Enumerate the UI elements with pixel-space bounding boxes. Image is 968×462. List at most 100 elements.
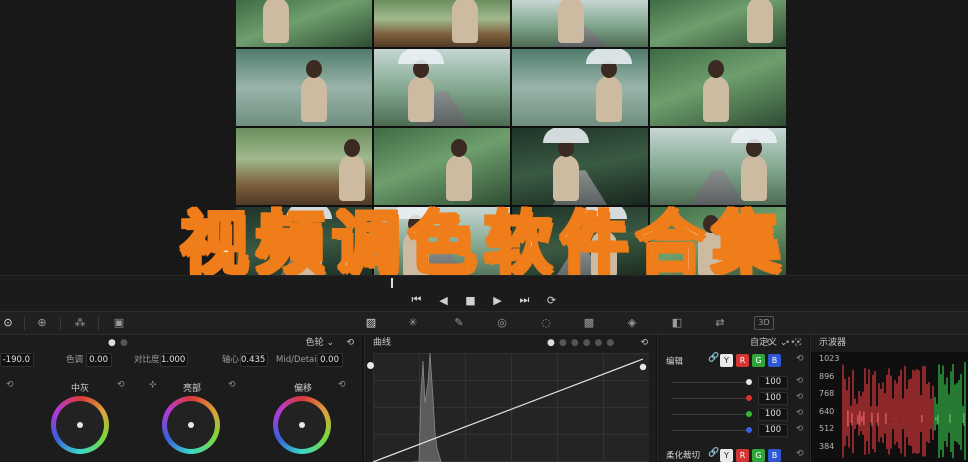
- soft-clip-label: 柔化裁切: [666, 451, 701, 461]
- hdr-icon[interactable]: ▣: [111, 316, 127, 330]
- scope-axis-label: 1023: [819, 354, 840, 363]
- scope-title: 示波器: [819, 338, 847, 348]
- warper-icon[interactable]: ✳: [405, 316, 421, 330]
- reset-icon[interactable]: ⟲: [338, 380, 346, 390]
- scope-axis-label: 512: [819, 424, 835, 433]
- title-overlay: 视频调色软件合集: [178, 203, 788, 286]
- scope-panel: ⟲ ••• 示波器 1023 896 768 640 512 384: [765, 335, 968, 462]
- reset-icon[interactable]: ⟲: [796, 354, 804, 364]
- channel-slider[interactable]: [672, 398, 752, 399]
- page-dots[interactable]: ●●●●●: [559, 335, 618, 351]
- skip-end-icon[interactable]: ⏭: [518, 293, 532, 307]
- curve-graph[interactable]: [367, 353, 649, 462]
- channel-row: 100 ⟲: [666, 392, 806, 406]
- wheel-handle[interactable]: [299, 422, 305, 428]
- waveform-display: 1023 896 768 640 512 384: [811, 352, 968, 462]
- channel-b-button[interactable]: B: [768, 354, 781, 367]
- curve-line[interactable]: [373, 358, 644, 462]
- channel-value[interactable]: 100: [758, 376, 788, 389]
- color-wheels-panel: ● ● 色轮 ⌄ ⟲ -190.0 色调 0.00 对比度 1.000 轴心 0…: [0, 335, 362, 462]
- curves-panel-header: 曲线 ● ●●●●● ⟲: [365, 335, 656, 351]
- temp-value[interactable]: -190.0: [0, 353, 34, 367]
- thumbnail: [512, 49, 648, 126]
- channel-row: 100 ⟲: [666, 424, 806, 438]
- reset-icon[interactable]: ⟲: [796, 424, 803, 434]
- match-icon[interactable]: ⊕: [34, 316, 50, 330]
- loop-icon[interactable]: ⟳: [545, 294, 559, 307]
- softclip-y-button[interactable]: Y: [720, 449, 733, 462]
- channel-value[interactable]: 100: [758, 408, 788, 421]
- wheels-mode-dropdown[interactable]: 色轮 ⌄: [306, 335, 334, 351]
- reset-icon[interactable]: ⟲: [346, 335, 354, 351]
- play-icon[interactable]: ▶: [491, 294, 505, 307]
- reset-icon[interactable]: ⟲: [228, 380, 236, 390]
- middetail-value[interactable]: 0.00: [317, 353, 343, 367]
- tint-value[interactable]: 0.00: [86, 353, 112, 367]
- tracker-icon[interactable]: ◌: [538, 316, 554, 330]
- reset-icon[interactable]: ⟲: [640, 335, 648, 351]
- channel-r-button[interactable]: R: [736, 354, 749, 367]
- link-icon[interactable]: 🔗: [708, 353, 719, 363]
- reset-icon[interactable]: ⟲: [796, 392, 803, 402]
- key-icon[interactable]: ◧: [669, 316, 685, 330]
- curves-icon[interactable]: ▨: [363, 316, 379, 330]
- stop-icon[interactable]: ■: [464, 294, 478, 307]
- reset-icon[interactable]: ⟲: [796, 376, 803, 386]
- channel-g-button[interactable]: G: [752, 354, 765, 367]
- playhead[interactable]: [391, 278, 393, 288]
- contrast-value[interactable]: 1.000: [160, 353, 188, 367]
- reset-icon[interactable]: ⟲: [796, 449, 804, 459]
- umbrella: [731, 128, 778, 143]
- step-back-icon[interactable]: ◀: [437, 294, 451, 307]
- channel-row: 100 ⟲: [666, 408, 806, 422]
- page-dot-active[interactable]: ●: [547, 335, 555, 351]
- blur-icon[interactable]: ◈: [624, 316, 640, 330]
- link-icon[interactable]: 🔗: [708, 448, 719, 458]
- wheel-handle[interactable]: [77, 422, 83, 428]
- page-dot[interactable]: ●: [120, 335, 128, 351]
- reset-icon[interactable]: ⟲: [6, 380, 14, 390]
- pivot-label: 轴心: [222, 355, 240, 365]
- timeline-scrubber[interactable]: [0, 275, 968, 289]
- divider: [24, 317, 25, 330]
- reset-icon[interactable]: ⟲: [765, 335, 773, 351]
- highlights-color-wheel[interactable]: [162, 396, 220, 454]
- midtones-color-wheel[interactable]: [51, 396, 109, 454]
- softclip-g-button[interactable]: G: [752, 449, 765, 462]
- person-head: [708, 60, 725, 78]
- camera-raw-icon[interactable]: ⊙: [0, 316, 16, 330]
- softclip-b-button[interactable]: B: [768, 449, 781, 462]
- curve-svg: [373, 353, 647, 462]
- channel-slider[interactable]: [672, 414, 752, 415]
- window-icon[interactable]: ◎: [494, 316, 510, 330]
- contrast-label: 对比度: [134, 355, 160, 365]
- picker-icon[interactable]: ⊹: [149, 380, 157, 390]
- qualifier-icon[interactable]: ✎: [451, 316, 467, 330]
- channel-slider[interactable]: [672, 430, 752, 431]
- color-match-icon[interactable]: ⁂: [72, 316, 88, 330]
- offset-color-wheel[interactable]: [273, 396, 331, 454]
- sizing-icon[interactable]: ⇄: [712, 316, 728, 330]
- wheels-mode-label: 色轮: [305, 338, 324, 348]
- wheel-handle[interactable]: [188, 422, 194, 428]
- midtones-label: 中灰: [70, 384, 89, 394]
- channel-y-button[interactable]: Y: [720, 354, 733, 367]
- skip-start-icon[interactable]: ⏮: [410, 293, 424, 307]
- channel-slider[interactable]: [672, 382, 752, 383]
- 3d-icon[interactable]: 3D: [754, 316, 774, 330]
- channel-value[interactable]: 100: [758, 424, 788, 437]
- pivot-value[interactable]: 0.435: [240, 353, 268, 367]
- magic-mask-icon[interactable]: ▩: [581, 316, 597, 330]
- curve-point-black[interactable]: [367, 362, 374, 369]
- scope-axis-label: 768: [819, 389, 835, 398]
- softclip-r-button[interactable]: R: [736, 449, 749, 462]
- channel-row: 100 ⟲: [666, 376, 806, 390]
- thumbnail: [374, 0, 510, 47]
- scope-axis-label: 896: [819, 371, 835, 381]
- curve-point-white[interactable]: [639, 363, 647, 371]
- channel-value[interactable]: 100: [758, 392, 788, 405]
- more-icon[interactable]: •••: [785, 335, 801, 351]
- reset-icon[interactable]: ⟲: [117, 380, 125, 390]
- page-dot-active[interactable]: ●: [108, 335, 116, 351]
- reset-icon[interactable]: ⟲: [796, 408, 803, 418]
